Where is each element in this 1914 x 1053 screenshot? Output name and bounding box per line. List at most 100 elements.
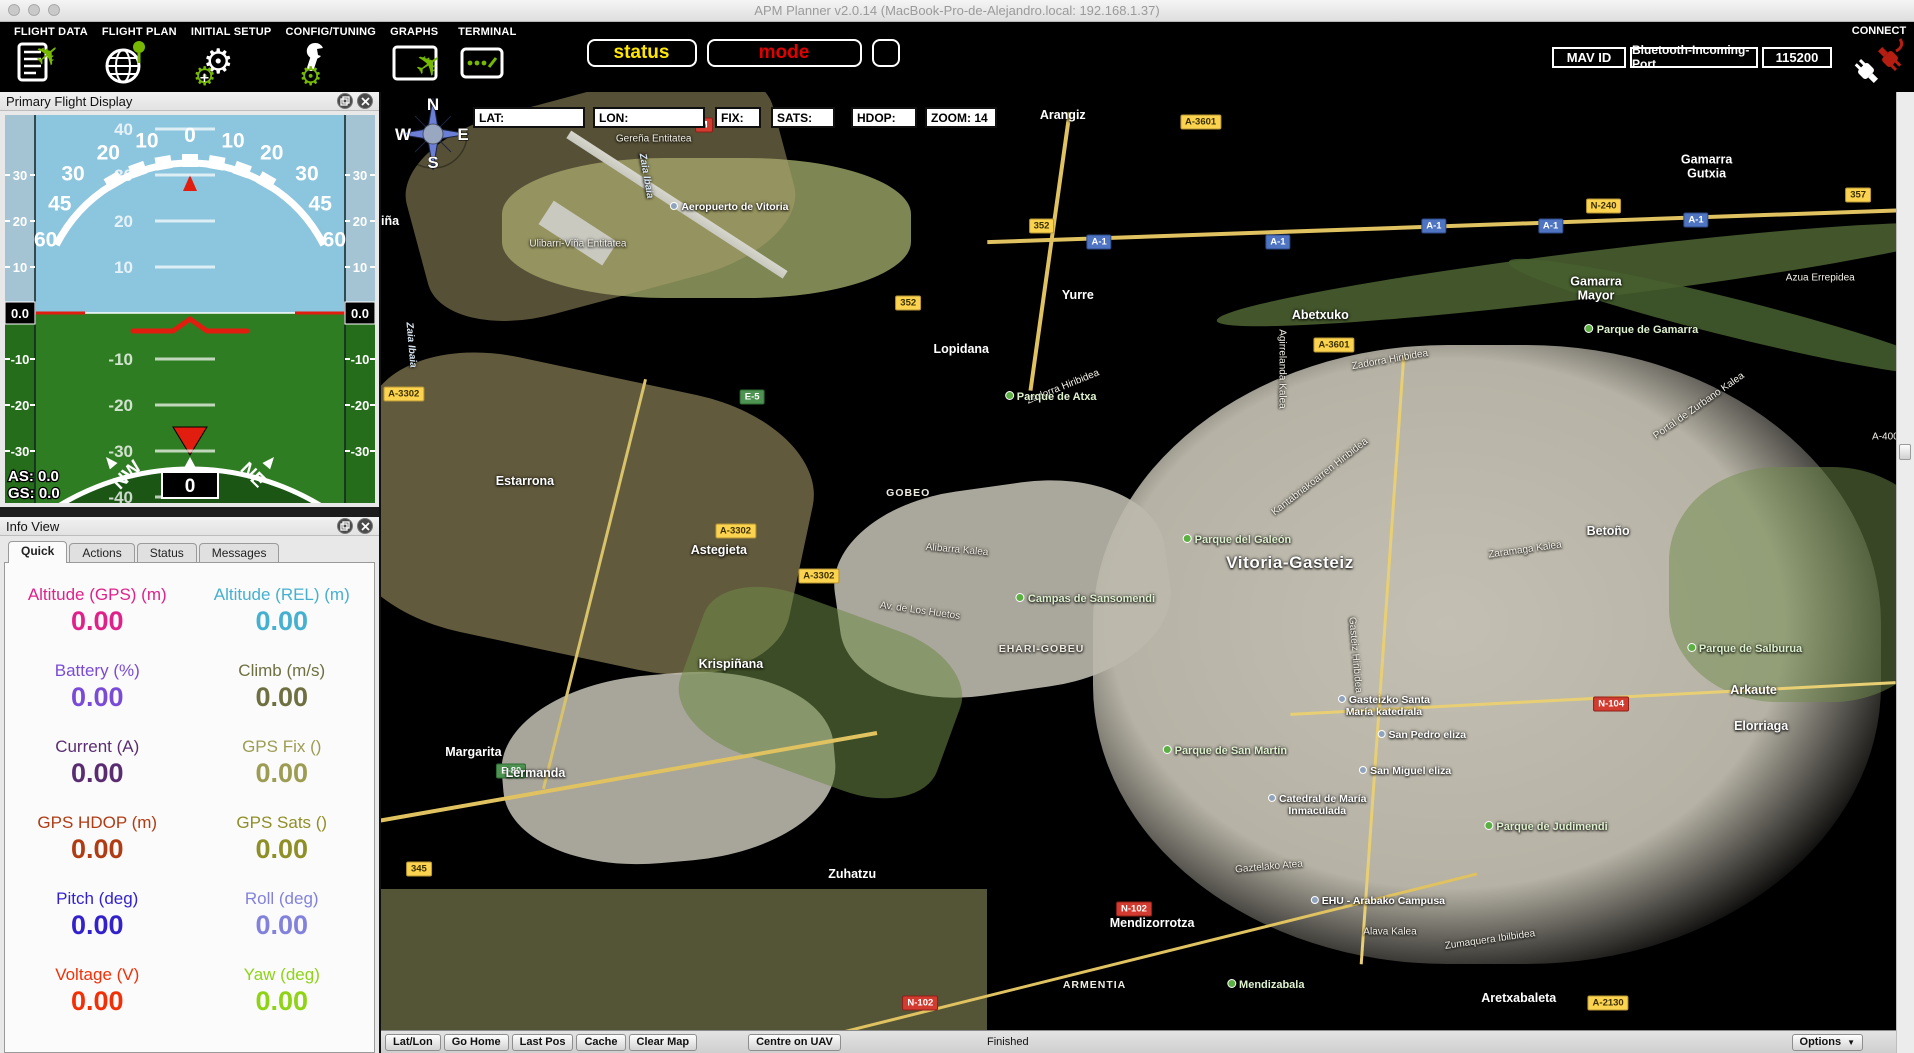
map-terrain-patch <box>1669 467 1896 702</box>
map-view[interactable]: N S W E LAT:LON:FIX:SATS:HDOP:ZOOM: 14 G… <box>381 92 1896 1030</box>
map-terrain-patch <box>1028 112 1071 391</box>
road-badge-a-3601: A-3601 <box>1313 338 1354 353</box>
road-badge-a-2130: A-2130 <box>1588 995 1629 1010</box>
road-badge-a-1: A-1 <box>1265 235 1290 250</box>
toolbar-item-flight-data[interactable]: FLIGHT DATA ✈ <box>14 22 88 87</box>
road-badge-a-3302: A-3302 <box>798 569 839 584</box>
right-splitter-strip[interactable] <box>1896 92 1914 1053</box>
map-label-gamarra-mayor: Gamarra Mayor <box>1566 275 1626 304</box>
map-label-abetxuko: Abetxuko <box>1292 308 1349 322</box>
map-label-gobeo: GOBEO <box>886 487 930 499</box>
terminal-icon <box>458 39 506 87</box>
metric-battery: Battery (%)0.00 <box>5 661 190 737</box>
svg-text:-10: -10 <box>108 350 133 369</box>
map-label-parque-de-gamarra: Parque de Gamarra <box>1585 324 1699 336</box>
tab-actions[interactable]: Actions <box>69 543 134 562</box>
pfd-close-button[interactable] <box>357 93 373 109</box>
metrics-grid: Altitude (GPS) (m)0.00Altitude (REL) (m)… <box>5 563 374 1041</box>
metric-label: Climb (m/s) <box>190 661 375 681</box>
map-label-san-miguel-eliza: San Miguel eliza <box>1359 765 1451 777</box>
svg-text:45: 45 <box>48 193 72 216</box>
clear-map-button[interactable]: Clear Map <box>629 1034 698 1051</box>
metric-value: 0.00 <box>5 606 190 637</box>
close-window-button[interactable] <box>8 4 20 16</box>
zoom-window-button[interactable] <box>48 4 60 16</box>
svg-text:20: 20 <box>353 214 367 229</box>
toolbar-item-initial-setup[interactable]: INITIAL SETUP ⚙ ⚙ + <box>191 22 272 87</box>
road-badge-a-3302: A-3302 <box>715 523 756 538</box>
pfd-float-button[interactable] <box>337 93 353 109</box>
map-label-lermanda: Lermanda <box>506 766 566 780</box>
splitter-handle[interactable] <box>1899 444 1911 460</box>
svg-text:60: 60 <box>323 228 346 251</box>
toolbar-item-config-tuning[interactable]: CONFIG/TUNING ⚙ <box>285 22 376 87</box>
svg-text:-30: -30 <box>351 444 370 459</box>
toolbar-item-flight-plan[interactable]: FLIGHT PLAN <box>102 22 177 87</box>
last-pos-button[interactable]: Last Pos <box>512 1034 574 1051</box>
map-label-parque-de-san-mart-n: Parque de San Martín <box>1163 745 1287 757</box>
hud-field-fix: FIX: <box>715 107 761 128</box>
cache-button[interactable]: Cache <box>576 1034 625 1051</box>
panel-splitter[interactable] <box>0 507 379 517</box>
minimize-window-button[interactable] <box>28 4 40 16</box>
info-view-tabs: QuickActionsStatusMessages <box>0 536 379 562</box>
metric-gps-hdop-m: GPS HDOP (m)0.00 <box>5 813 190 889</box>
road-badge-a-1: A-1 <box>1683 212 1708 227</box>
map-label-agirrelanda-kalea: Agirrelanda Kalea <box>1277 329 1288 409</box>
metric-value: 0.00 <box>5 986 190 1017</box>
tab-quick[interactable]: Quick <box>8 541 67 563</box>
road-badge-a-1: A-1 <box>1538 219 1563 234</box>
primary-flight-display: 010102020303045456060NNWNE40302010-10-20… <box>0 111 379 507</box>
map-label-gasteizko-santa-mar-a-katedrala: Gasteizko Santa María katedrala <box>1330 694 1438 718</box>
svg-text:+: + <box>199 71 210 86</box>
mav-id-select[interactable]: MAV ID <box>1552 47 1626 68</box>
metric-value: 0.00 <box>190 834 375 865</box>
toolbar-item-terminal[interactable]: TERMINAL <box>458 22 516 87</box>
road-badge-352: 352 <box>895 296 921 311</box>
svg-text:10: 10 <box>114 258 133 277</box>
svg-text:20: 20 <box>114 212 133 231</box>
options-button[interactable]: Options ▼ <box>1792 1034 1863 1051</box>
main-area: Primary Flight Display 01010202030304545… <box>0 92 1914 1053</box>
info-view-title: Info View <box>6 519 59 534</box>
map-label-parque-de-judimendi: Parque de Judimendi <box>1484 821 1607 833</box>
metric-label: Altitude (REL) (m) <box>190 585 375 605</box>
map-label-elorriaga: Elorriaga <box>1734 719 1788 733</box>
road-badge-n-240: N-240 <box>1586 199 1622 214</box>
map-label-catedral-de-mar-a-inmaculada: Catedral de María Inmaculada <box>1262 793 1372 817</box>
toolbar-label: GRAPHS <box>390 26 438 38</box>
tab-messages[interactable]: Messages <box>199 543 280 562</box>
map-label-a-400: A-400 <box>1872 432 1896 443</box>
info-view-close-button[interactable] <box>357 518 373 534</box>
info-view-float-button[interactable] <box>337 518 353 534</box>
chevron-down-icon: ▼ <box>1847 1038 1855 1047</box>
map-bottom-bar: Lat/LonGo HomeLast PosCacheClear Map Cent… <box>381 1030 1896 1053</box>
toolbar-mini-button[interactable] <box>872 39 900 67</box>
connect-button[interactable]: CONNECT <box>1850 23 1908 92</box>
tab-status[interactable]: Status <box>137 543 197 562</box>
metric-gps-fix: GPS Fix ()0.00 <box>190 737 375 813</box>
centre-on-uav-button[interactable]: Centre on UAV <box>748 1034 841 1051</box>
map-label-i-a: iña <box>381 214 399 228</box>
lat-lon-button[interactable]: Lat/Lon <box>385 1034 441 1051</box>
svg-text:0.0: 0.0 <box>11 306 29 321</box>
svg-text:0: 0 <box>185 476 196 497</box>
go-home-button[interactable]: Go Home <box>444 1034 509 1051</box>
metric-altitude-rel-m: Altitude (REL) (m)0.00 <box>190 585 375 661</box>
metric-label: GPS Sats () <box>190 813 375 833</box>
mode-button[interactable]: mode <box>707 39 862 67</box>
status-button[interactable]: status <box>587 39 697 67</box>
svg-text:60: 60 <box>34 228 57 251</box>
svg-text:10: 10 <box>221 129 244 152</box>
metric-pitch-deg: Pitch (deg)0.00 <box>5 889 190 965</box>
serial-port-select[interactable]: Bluetooth-Incoming-Port <box>1630 47 1758 68</box>
toolbar-item-graphs[interactable]: GRAPHS ✈ <box>390 22 444 87</box>
metric-value: 0.00 <box>190 910 375 941</box>
baud-rate-select[interactable]: 115200 <box>1762 47 1832 68</box>
hud-field-value: 14 <box>971 111 988 125</box>
info-view-frame: Altitude (GPS) (m)0.00Altitude (REL) (m)… <box>4 562 375 1053</box>
svg-text:-20: -20 <box>11 398 30 413</box>
main-toolbar: FLIGHT DATA ✈ FLIGHT PLAN <box>0 22 1914 92</box>
map-label-alava-kalea: Alava Kalea <box>1363 927 1416 938</box>
map-label-ehu-arabako-campusa: EHU - Arabako Campusa <box>1311 895 1445 907</box>
